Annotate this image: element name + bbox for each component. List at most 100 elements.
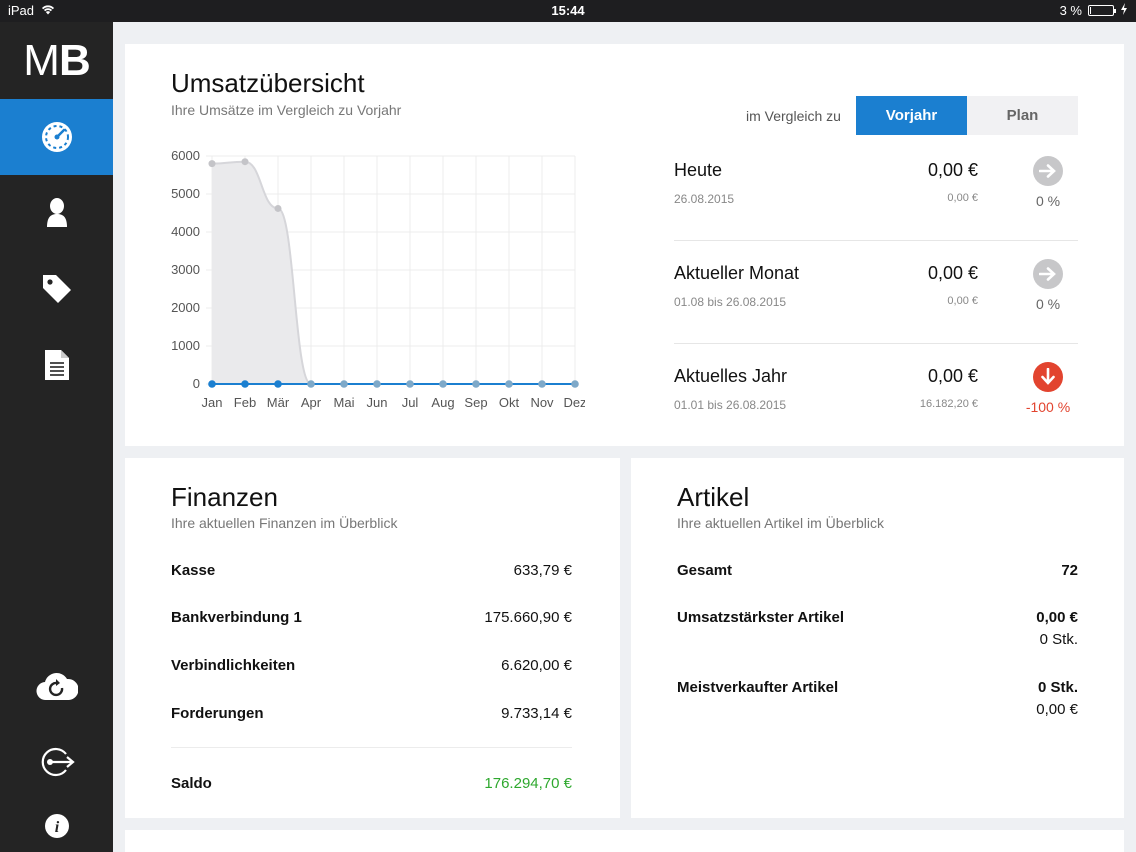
x-tick-label: Mai — [334, 395, 355, 410]
kpi-value: 0,00 € — [927, 366, 978, 386]
articles-subtitle: Ihre aktuellen Artikel im Überblick — [677, 515, 884, 531]
articles-total-value: 72 — [1061, 562, 1078, 579]
best-selling-article-qty: 0 Stk. — [1037, 679, 1078, 696]
x-tick-label: Apr — [301, 395, 322, 410]
previous-year-point — [208, 160, 216, 168]
x-tick-label: Jul — [402, 395, 419, 410]
current-year-point — [406, 380, 414, 388]
finance-row-label: Verbindlichkeiten — [171, 657, 296, 674]
compare-label: im Vergleich zu — [746, 108, 841, 124]
series-previous-year-area — [212, 161, 575, 384]
next-card — [125, 830, 1124, 852]
kpi-value: 0,00 € — [927, 160, 978, 180]
charging-icon — [1120, 3, 1128, 18]
x-tick-label: Nov — [530, 395, 554, 410]
kpi-today: Heute 26.08.2015 0,00 € 0,00 € 0 % — [674, 138, 1078, 241]
nav-articles[interactable] — [0, 251, 113, 327]
kpi-percent: 0 % — [1035, 296, 1061, 312]
nav-sync[interactable] — [0, 648, 113, 724]
status-bar: iPad 15:44 3 % — [0, 0, 1136, 22]
sales-chart: 0 1000 2000 3000 4000 5000 6000 Jan Feb Mär Apr Ma… — [171, 148, 585, 410]
y-tick-label: 6000 — [171, 148, 200, 163]
status-bar-right: 3 % — [1060, 3, 1128, 18]
y-tick-label: 2000 — [171, 300, 200, 315]
current-year-point — [472, 380, 480, 388]
top-revenue-article-qty: 0 Stk. — [1039, 631, 1078, 648]
kpi-current-month: Aktueller Monat 01.08 bis 26.08.2015 0,0… — [674, 241, 1078, 344]
x-tick-label: Feb — [234, 395, 256, 410]
finance-row-value: 6.620,00 € — [501, 657, 572, 674]
current-year-point — [274, 380, 282, 388]
tab-vorjahr[interactable]: Vorjahr — [856, 96, 967, 135]
x-tick-label: Dez — [563, 395, 585, 410]
current-year-point — [439, 380, 447, 388]
status-time: 15:44 — [551, 3, 585, 18]
kpi-label: Aktuelles Jahr — [674, 366, 788, 386]
kpi-value: 0,00 € — [927, 263, 978, 283]
svg-text:i: i — [54, 819, 59, 836]
kpi-date: 01.08 bis 26.08.2015 — [674, 295, 787, 309]
kpi-label: Aktueller Monat — [674, 263, 800, 283]
y-tick-label: 1000 — [171, 338, 200, 353]
top-revenue-article-value: 0,00 € — [1036, 609, 1078, 626]
previous-year-point — [274, 204, 282, 212]
y-tick-label: 0 — [193, 376, 200, 391]
sales-subtitle: Ihre Umsätze im Vergleich zu Vorjahr — [171, 102, 402, 118]
x-tick-label: Mär — [267, 395, 290, 410]
finance-row-label: Bankverbindung 1 — [171, 609, 302, 626]
current-year-point — [373, 380, 381, 388]
y-tick-label: 3000 — [171, 262, 200, 277]
y-tick-label: 5000 — [171, 186, 200, 201]
arrow-down-icon[interactable] — [1033, 362, 1063, 392]
y-tick-label: 4000 — [171, 224, 200, 239]
arrow-right-icon[interactable] — [1033, 259, 1063, 289]
chart-area-previous-year — [211, 160, 575, 385]
previous-year-point — [241, 158, 249, 166]
sales-title: Umsatzübersicht — [171, 68, 365, 98]
current-year-point — [505, 380, 513, 388]
arrow-right-icon[interactable] — [1033, 156, 1063, 186]
saldo-value: 176.294,70 € — [484, 775, 572, 792]
current-year-point — [208, 380, 216, 388]
kpi-previous-value: 0,00 € — [947, 192, 978, 204]
app-logo: MB — [23, 36, 90, 85]
current-year-point — [571, 380, 579, 388]
tab-plan[interactable]: Plan — [967, 96, 1078, 135]
speedometer-icon — [40, 120, 74, 154]
current-year-point — [340, 380, 348, 388]
chart-y-ticks: 0 1000 2000 3000 4000 5000 6000 — [171, 148, 200, 391]
chart-x-ticks: Jan Feb Mär Apr Mai Jun Jul Aug Sep Okt Nov Dez — [202, 395, 585, 410]
battery-percent: 3 % — [1059, 3, 1082, 18]
best-selling-article-label: Meistverkaufter Artikel — [677, 679, 839, 696]
kpi-label: Heute — [674, 160, 723, 180]
best-selling-article-value: 0,00 € — [1036, 701, 1078, 718]
saldo-label: Saldo — [171, 775, 212, 792]
kpi-date: 01.01 bis 26.08.2015 — [674, 398, 787, 412]
logout-icon — [38, 746, 76, 778]
sidebar: MB i — [0, 22, 113, 852]
current-year-point — [241, 380, 249, 388]
nav-customers[interactable] — [0, 175, 113, 251]
current-year-point — [538, 380, 546, 388]
finances-title: Finanzen — [171, 482, 278, 512]
kpi-percent: -100 % — [1025, 399, 1071, 415]
cloud-sync-icon — [36, 671, 78, 701]
document-icon — [44, 349, 70, 381]
battery-icon — [1088, 5, 1116, 16]
finance-row-label: Forderungen — [171, 705, 264, 722]
x-tick-label: Aug — [431, 395, 454, 410]
current-year-point — [307, 380, 315, 388]
tag-icon — [41, 273, 73, 305]
kpi-percent: 0 % — [1035, 193, 1061, 209]
nav-logout[interactable] — [0, 724, 113, 800]
finance-row-label: Kasse — [171, 562, 216, 579]
top-revenue-article-label: Umsatzstärkster Artikel — [677, 609, 845, 626]
nav-dashboard[interactable] — [0, 99, 113, 175]
kpi-previous-value: 16.182,20 € — [919, 398, 978, 410]
finances-subtitle: Ihre aktuellen Finanzen im Überblick — [171, 515, 398, 531]
kpi-current-year: Aktuelles Jahr 01.01 bis 26.08.2015 0,00… — [674, 344, 1078, 447]
x-tick-label: Jan — [202, 395, 223, 410]
nav-info[interactable]: i — [0, 791, 113, 852]
articles-title: Artikel — [677, 482, 750, 512]
nav-documents[interactable] — [0, 327, 113, 403]
